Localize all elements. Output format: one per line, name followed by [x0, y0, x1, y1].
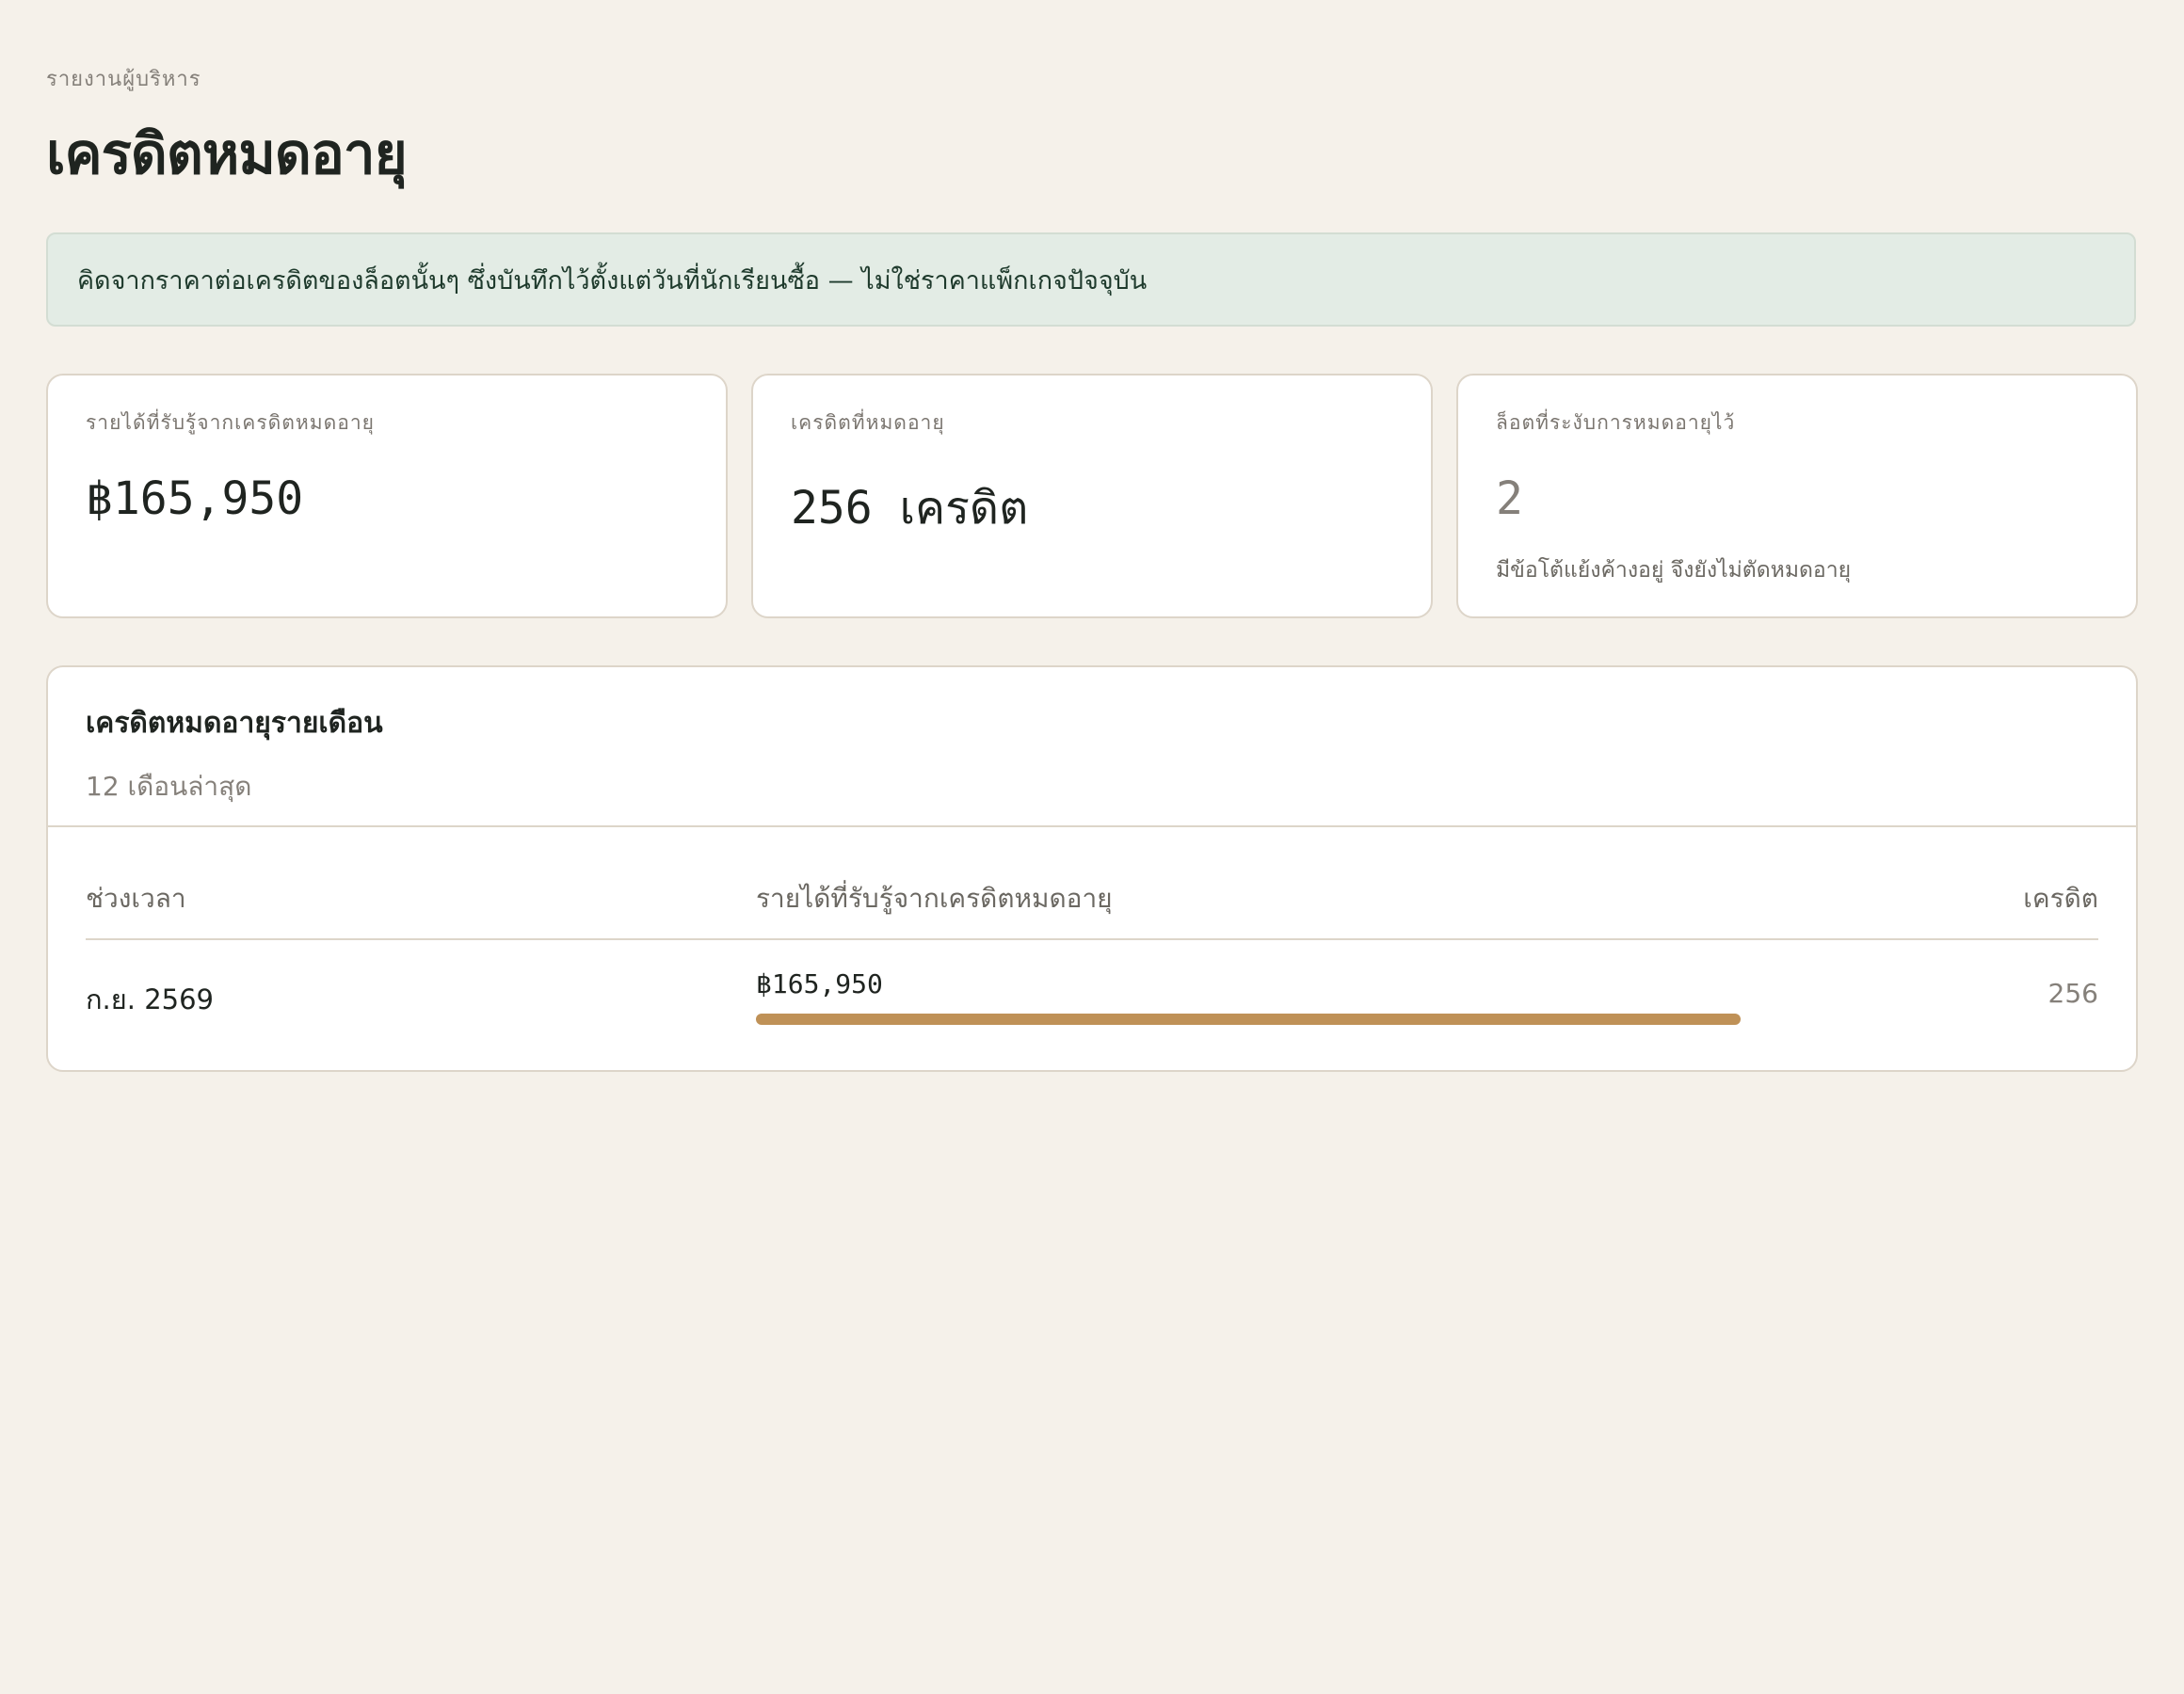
kpi-card-expired-credits: เครดิตที่หมดอายุ 256 เครดิต: [751, 374, 1433, 618]
monthly-table: ช่วงเวลา รายได้ที่รับรู้จากเครดิตหมดอายุ…: [48, 827, 2136, 1070]
info-notice-text: คิดจากราคาต่อเครดิตของล็อตนั้นๆ ซึ่งบันท…: [77, 265, 1148, 296]
column-header-credits: เครดิต: [2023, 883, 2098, 914]
kpi-label: เครดิตที่หมดอายุ: [791, 411, 945, 434]
kpi-value: 2: [1496, 472, 1523, 525]
page-title: เครดิตหมดอายุ: [46, 121, 408, 187]
report-eyebrow: รายงานผู้บริหาร: [46, 68, 201, 91]
kpi-label: รายได้ที่รับรู้จากเครดิตหมดอายุ: [86, 411, 375, 434]
info-notice: คิดจากราคาต่อเครดิตของล็อตนั้นๆ ซึ่งบันท…: [46, 232, 2136, 327]
kpi-note: มีข้อโต้แย้งค้างอยู่ จึงยังไม่ตัดหมดอายุ: [1496, 558, 1852, 583]
row-period: ก.ย. 2569: [86, 983, 215, 1015]
panel-header: เครดิตหมดอายุรายเดือน 12 เดือนล่าสุด: [48, 667, 2136, 827]
panel-subtitle: 12 เดือนล่าสุด: [86, 771, 252, 802]
revenue-bar-track: [756, 1014, 1741, 1025]
row-revenue: ฿165,950: [756, 968, 883, 999]
column-header-period: ช่วงเวลา: [86, 883, 186, 914]
kpi-value: 256 เครดิต: [791, 482, 1029, 535]
monthly-expiry-panel: เครดิตหมดอายุรายเดือน 12 เดือนล่าสุด ช่ว…: [46, 665, 2138, 1072]
kpi-card-expired-revenue: รายได้ที่รับรู้จากเครดิตหมดอายุ ฿165,950: [46, 374, 728, 618]
table-header-row: ช่วงเวลา รายได้ที่รับรู้จากเครดิตหมดอายุ…: [86, 827, 2098, 940]
column-header-revenue: รายได้ที่รับรู้จากเครดิตหมดอายุ: [756, 883, 1113, 914]
kpi-label: ล็อตที่ระงับการหมดอายุไว้: [1496, 411, 1736, 434]
row-credits: 256: [2048, 978, 2098, 1009]
kpi-card-held-lots: ล็อตที่ระงับการหมดอายุไว้ 2 มีข้อโต้แย้ง…: [1456, 374, 2138, 618]
table-row: ก.ย. 2569 ฿165,950 256: [86, 940, 2098, 1070]
panel-title: เครดิตหมดอายุรายเดือน: [86, 707, 383, 740]
revenue-bar: [756, 1014, 1741, 1025]
kpi-value: ฿165,950: [86, 472, 304, 525]
